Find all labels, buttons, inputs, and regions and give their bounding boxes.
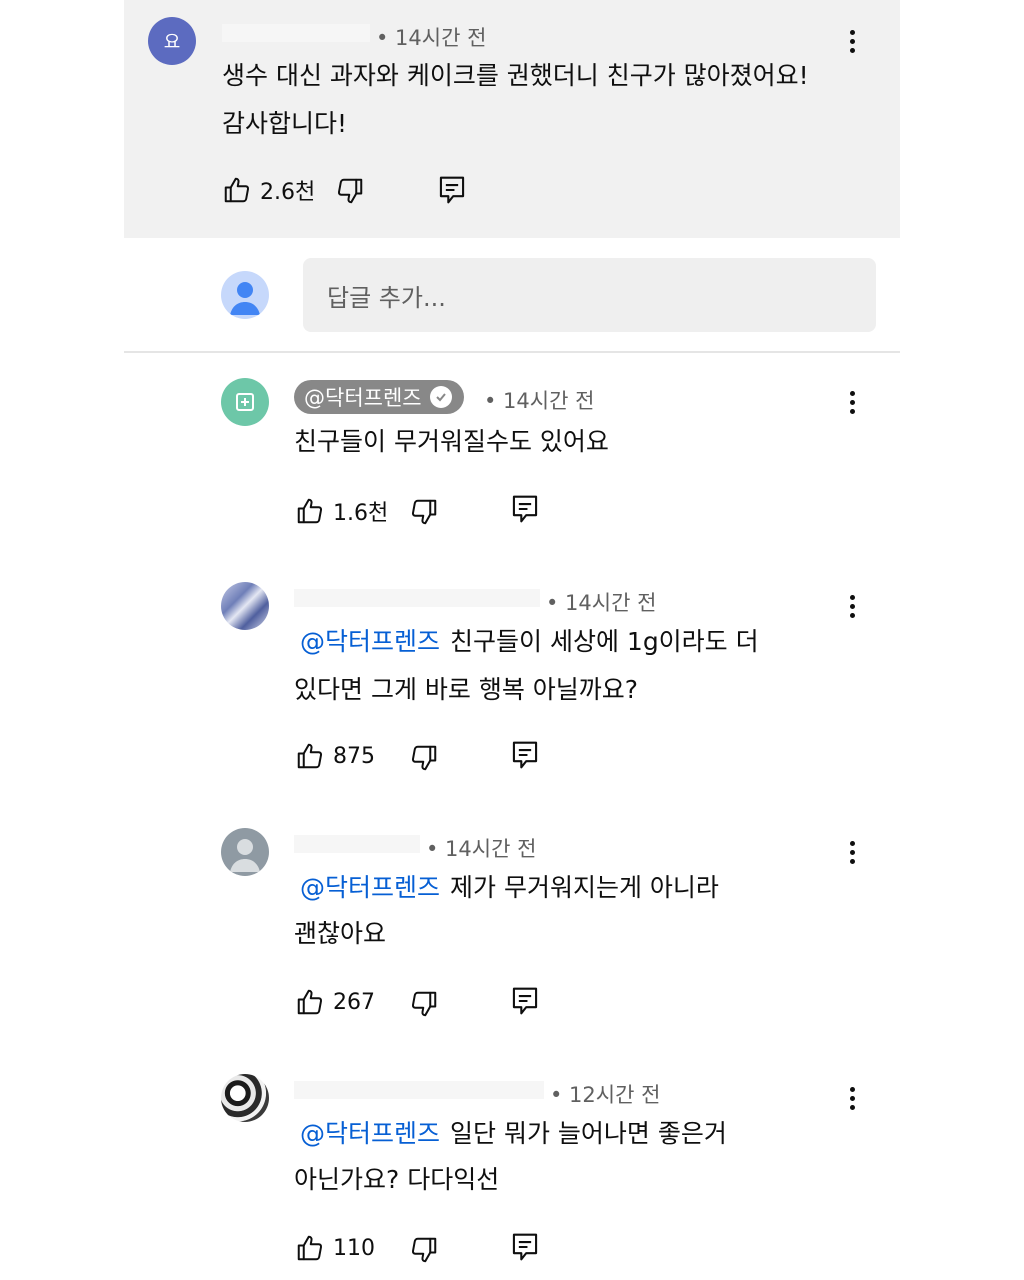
channel-avatar[interactable] — [221, 378, 269, 426]
commenter-avatar[interactable] — [221, 582, 269, 630]
thumbs-down-icon — [411, 499, 437, 525]
reply-button[interactable] — [510, 493, 540, 525]
reply-text-line1: 친구들이 무거워질수도 있어요 — [294, 427, 609, 456]
reply-button[interactable] — [437, 174, 467, 206]
reply-placeholder: 답글 추가... — [327, 284, 446, 312]
reply-time: • 14시간 전 — [426, 837, 537, 861]
reply-button[interactable] — [510, 985, 540, 1017]
redacted-username — [294, 1081, 544, 1099]
comment-time: • 14시간 전 — [376, 26, 487, 50]
reply-text-line1: @닥터프렌즈 제가 무거워지는게 아니라 — [300, 864, 719, 912]
reply-text: 일단 뭐가 늘어나면 좋은거 — [450, 1119, 727, 1148]
more-vert-icon[interactable] — [842, 27, 862, 59]
reply-text-line2: 괜찮아요 — [294, 919, 387, 948]
thumbs-up-icon — [297, 989, 323, 1015]
thumbs-down-icon — [411, 745, 437, 771]
comment-text-line2: 감사합니다! — [222, 109, 348, 138]
reply-icon — [439, 176, 465, 204]
avatar-letter: 요 — [163, 32, 181, 53]
reply-icon — [512, 495, 538, 523]
reply-icon — [512, 1233, 538, 1261]
comment-text-line1: 생수 대신 과자와 케이크를 권했더니 친구가 많아졌어요! — [222, 61, 809, 90]
thumbs-up-icon — [297, 498, 323, 524]
commenter-avatar[interactable] — [221, 1074, 269, 1122]
dislike-button[interactable] — [335, 176, 365, 206]
reply-text-line1: @닥터프렌즈 친구들이 세상에 1g이라도 더 — [300, 618, 759, 666]
more-vert-icon[interactable] — [842, 838, 862, 870]
thumbs-up-icon — [297, 1235, 323, 1261]
reply-text: 제가 무거워지는게 아니라 — [450, 873, 719, 902]
commenter-avatar[interactable] — [221, 828, 269, 876]
like-count: 875 — [333, 743, 375, 769]
mention-link[interactable]: @닥터프렌즈 — [300, 627, 440, 656]
redacted-username — [222, 24, 370, 42]
reply-icon — [512, 987, 538, 1015]
more-vert-icon[interactable] — [842, 1084, 862, 1116]
dislike-button[interactable] — [409, 1235, 439, 1265]
reply-time: • 14시간 전 — [484, 389, 595, 413]
reply-time: • 14시간 전 — [546, 591, 657, 615]
redacted-username — [294, 589, 540, 607]
reply-icon — [512, 741, 538, 769]
person-icon — [230, 839, 260, 872]
dislike-button[interactable] — [409, 497, 439, 527]
like-count: 2.6천 — [260, 180, 316, 205]
thumbs-down-icon — [411, 1237, 437, 1263]
user-avatar[interactable] — [221, 271, 269, 319]
medical-box-icon — [236, 393, 254, 411]
like-count: 110 — [333, 1235, 375, 1261]
channel-name: @닥터프렌즈 — [304, 386, 422, 410]
more-vert-icon[interactable] — [842, 592, 862, 624]
reply-text-line2: 있다면 그게 바로 행복 아닐까요? — [294, 675, 639, 704]
reply-button[interactable] — [510, 1231, 540, 1263]
divider — [124, 351, 900, 353]
redacted-username — [294, 835, 420, 853]
like-button[interactable]: 267 — [295, 987, 375, 1017]
thumbs-up-icon — [297, 743, 323, 769]
reply-input[interactable]: 답글 추가... — [303, 258, 876, 332]
like-button[interactable]: 110 — [295, 1233, 375, 1263]
like-button[interactable]: 875 — [295, 741, 375, 771]
like-button[interactable]: 1.6천 — [295, 495, 388, 527]
person-icon — [230, 282, 260, 315]
like-count: 1.6천 — [333, 501, 389, 526]
mention-link[interactable]: @닥터프렌즈 — [300, 873, 440, 902]
mention-link[interactable]: @닥터프렌즈 — [300, 1119, 440, 1148]
verified-check-icon — [429, 386, 452, 408]
reply-text-line2: 아닌가요? 다다익선 — [294, 1165, 500, 1194]
dislike-button[interactable] — [409, 989, 439, 1019]
thumbs-down-icon — [411, 991, 437, 1017]
like-count: 267 — [333, 989, 375, 1015]
reply-button[interactable] — [510, 739, 540, 771]
more-vert-icon[interactable] — [842, 388, 862, 420]
thumbs-down-icon — [337, 178, 363, 204]
dislike-button[interactable] — [409, 743, 439, 773]
reply-text: 친구들이 세상에 1g이라도 더 — [450, 627, 759, 656]
commenter-avatar[interactable]: 요 — [148, 17, 196, 65]
reply-time: • 12시간 전 — [550, 1083, 661, 1107]
reply-text-line1: @닥터프렌즈 일단 뭐가 늘어나면 좋은거 — [300, 1110, 727, 1158]
thumbs-up-icon — [224, 177, 250, 203]
like-button[interactable]: 2.6천 — [222, 174, 315, 206]
channel-badge[interactable]: @닥터프렌즈 — [294, 380, 464, 414]
